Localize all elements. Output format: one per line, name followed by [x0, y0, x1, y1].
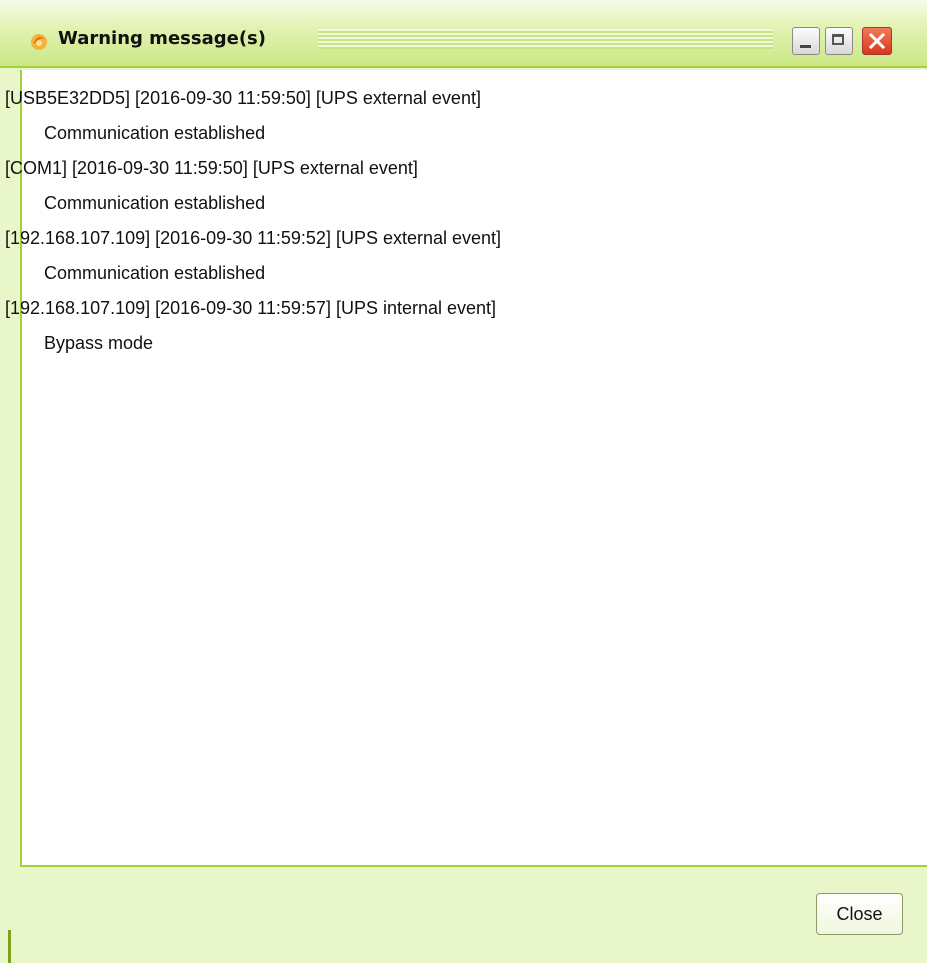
message-log[interactable]: [USB5E32DD5] [2016-09-30 11:59:50] [UPS … [5, 70, 927, 867]
message-header: [USB5E32DD5] [2016-09-30 11:59:50] [UPS … [5, 88, 481, 108]
close-icon[interactable] [862, 27, 892, 55]
title-bar[interactable]: Warning message(s) [0, 0, 927, 68]
message-entry: [COM1] [2016-09-30 11:59:50] [UPS extern… [5, 152, 927, 222]
maximize-icon[interactable] [825, 27, 853, 55]
warning-flame-icon [28, 30, 50, 52]
minimize-icon[interactable] [792, 27, 820, 55]
message-header: [192.168.107.109] [2016-09-30 11:59:52] … [5, 228, 502, 248]
message-header: [192.168.107.109] [2016-09-30 11:59:57] … [5, 298, 497, 318]
message-entry: [192.168.107.109] [2016-09-30 11:59:52] … [5, 222, 927, 292]
window-edge [8, 930, 11, 963]
title-bar-grip [318, 29, 773, 49]
close-button[interactable]: Close [816, 893, 903, 935]
message-entry: [192.168.107.109] [2016-09-30 11:59:57] … [5, 292, 927, 362]
message-entry: [USB5E32DD5] [2016-09-30 11:59:50] [UPS … [5, 82, 927, 152]
message-header: [COM1] [2016-09-30 11:59:50] [UPS extern… [5, 158, 418, 178]
window-title: Warning message(s) [58, 28, 266, 49]
message-body: Communication established [44, 193, 266, 213]
message-body: Bypass mode [44, 333, 154, 353]
warning-dialog: Warning message(s) [USB5E32DD5] [2016-09… [0, 0, 927, 963]
message-body: Communication established [44, 123, 266, 143]
message-body: Communication established [44, 263, 266, 283]
